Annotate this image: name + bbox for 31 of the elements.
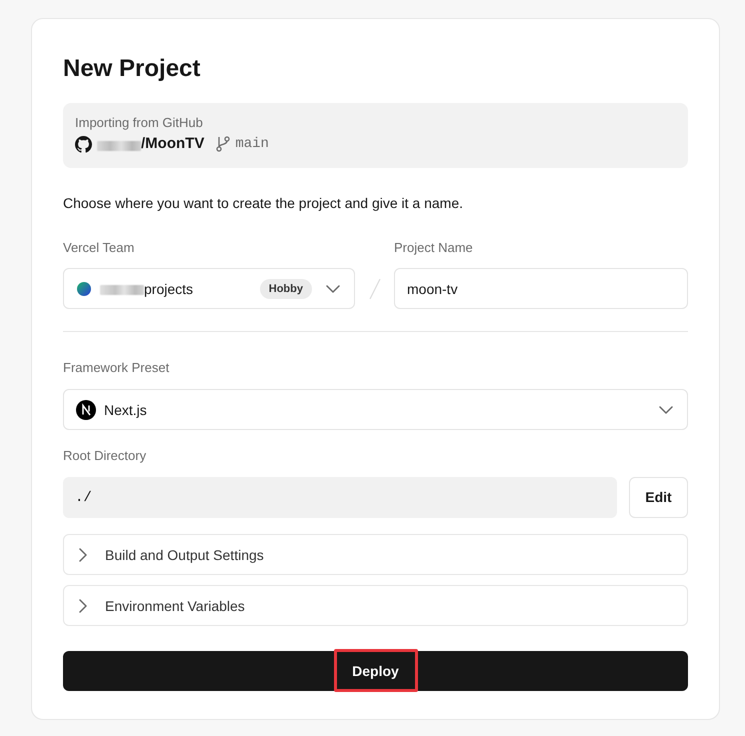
field-label: Vercel Team — [63, 239, 134, 257]
slash-divider-icon — [368, 279, 380, 299]
branch-name: main — [235, 135, 269, 154]
accordion-section[interactable]: Environment Variables — [63, 585, 688, 626]
edit-button[interactable]: Edit — [629, 477, 688, 518]
framework-name: Next.js — [104, 400, 147, 420]
accordion-section[interactable]: Build and Output Settings — [63, 534, 688, 575]
root-directory-input[interactable]: ./ — [63, 477, 617, 518]
team-avatar-icon — [77, 282, 91, 296]
deploy-button[interactable]: Deploy — [63, 651, 688, 691]
field-label: Project Name — [394, 239, 473, 257]
team-name: projects — [144, 280, 194, 298]
import-source-label: Importing from GitHub — [75, 114, 203, 132]
redacted-text-block — [97, 140, 141, 150]
github-icon — [75, 136, 92, 152]
intro-text: Choose where you want to create the project and give it a name. — [63, 194, 464, 213]
chevron-down-icon — [326, 284, 340, 292]
page-title: New Project — [63, 54, 200, 84]
chevron-down-icon — [659, 406, 673, 414]
field-label: Root Directory — [63, 447, 146, 465]
redacted-text-block — [100, 285, 144, 295]
team-select[interactable]: projects Hobby — [63, 268, 355, 309]
section-title: Environment Variables — [105, 596, 245, 616]
field-label: Framework Preset — [63, 359, 170, 377]
git-branch-icon — [216, 136, 230, 152]
framework-logo-icon — [76, 400, 96, 420]
section-title: Build and Output Settings — [105, 546, 264, 564]
framework-select[interactable]: Next.js — [63, 389, 688, 430]
plan-badge: Hobby — [260, 278, 312, 298]
repository-name: /MoonTV — [141, 134, 204, 154]
project-name-input[interactable]: moon-tv — [394, 268, 688, 309]
